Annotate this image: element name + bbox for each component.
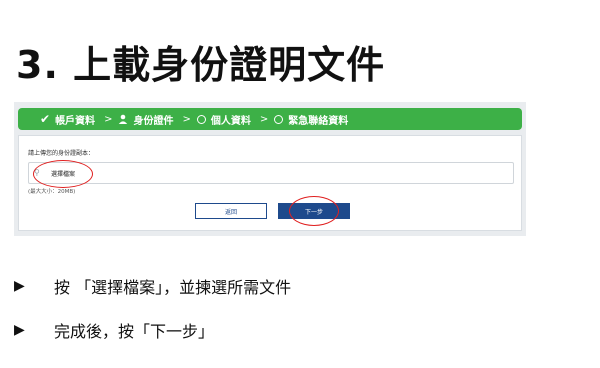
page-heading: 3. 上載身份證明文件 — [16, 43, 386, 87]
user-icon — [119, 114, 128, 124]
step-personal: 個人資料 > — [196, 112, 274, 127]
step-separator: > — [104, 113, 113, 125]
upload-panel: 請上傳您的身份證副本： ⚲ 選擇檔案 (最大大小：20MB) 返回 下一步 — [18, 135, 522, 231]
step-account: ✔ 帳戶資料 > — [40, 112, 118, 127]
paperclip-icon: ⚲ — [34, 168, 40, 177]
progress-steps: ✔ 帳戶資料 > 身份證件 > 個人資料 > 緊急聯絡資料 — [18, 108, 522, 130]
choose-file-button[interactable]: 選擇檔案 — [51, 169, 75, 178]
step-separator: > — [259, 113, 269, 125]
instruction-item: ▶ 按 「選擇檔案」，並揀選所需文件 — [14, 274, 291, 298]
next-button[interactable]: 下一步 — [278, 203, 350, 219]
circle-icon — [196, 114, 206, 124]
step-emergency: 緊急聯絡資料 — [274, 112, 348, 127]
file-input[interactable]: ⚲ 選擇檔案 — [28, 162, 514, 184]
upload-prompt: 請上傳您的身份證副本： — [28, 150, 95, 157]
triangle-bullet-icon: ▶ — [14, 278, 25, 294]
check-icon: ✔ — [40, 112, 51, 126]
instruction-item: ▶ 完成後，按「下一步」 — [14, 318, 214, 342]
step-label: 帳戶資料 — [55, 115, 96, 127]
circle-icon — [274, 114, 284, 124]
step-label: 緊急聯絡資料 — [288, 115, 349, 127]
instruction-text: 完成後，按「下一步」 — [54, 322, 215, 341]
step-identity: 身份證件 > — [118, 112, 196, 127]
back-button[interactable]: 返回 — [195, 203, 267, 219]
file-size-hint: (最大大小：20MB) — [28, 189, 76, 195]
instruction-text: 按 「選擇檔案」，並揀選所需文件 — [54, 278, 292, 297]
step-separator: > — [182, 113, 191, 125]
triangle-bullet-icon: ▶ — [14, 322, 25, 338]
step-label: 個人資料 — [210, 115, 251, 127]
step-label: 身份證件 — [133, 115, 174, 127]
screenshot-frame: ✔ 帳戶資料 > 身份證件 > 個人資料 > 緊急聯絡資料 請上傳您的身份證副本… — [14, 102, 526, 236]
